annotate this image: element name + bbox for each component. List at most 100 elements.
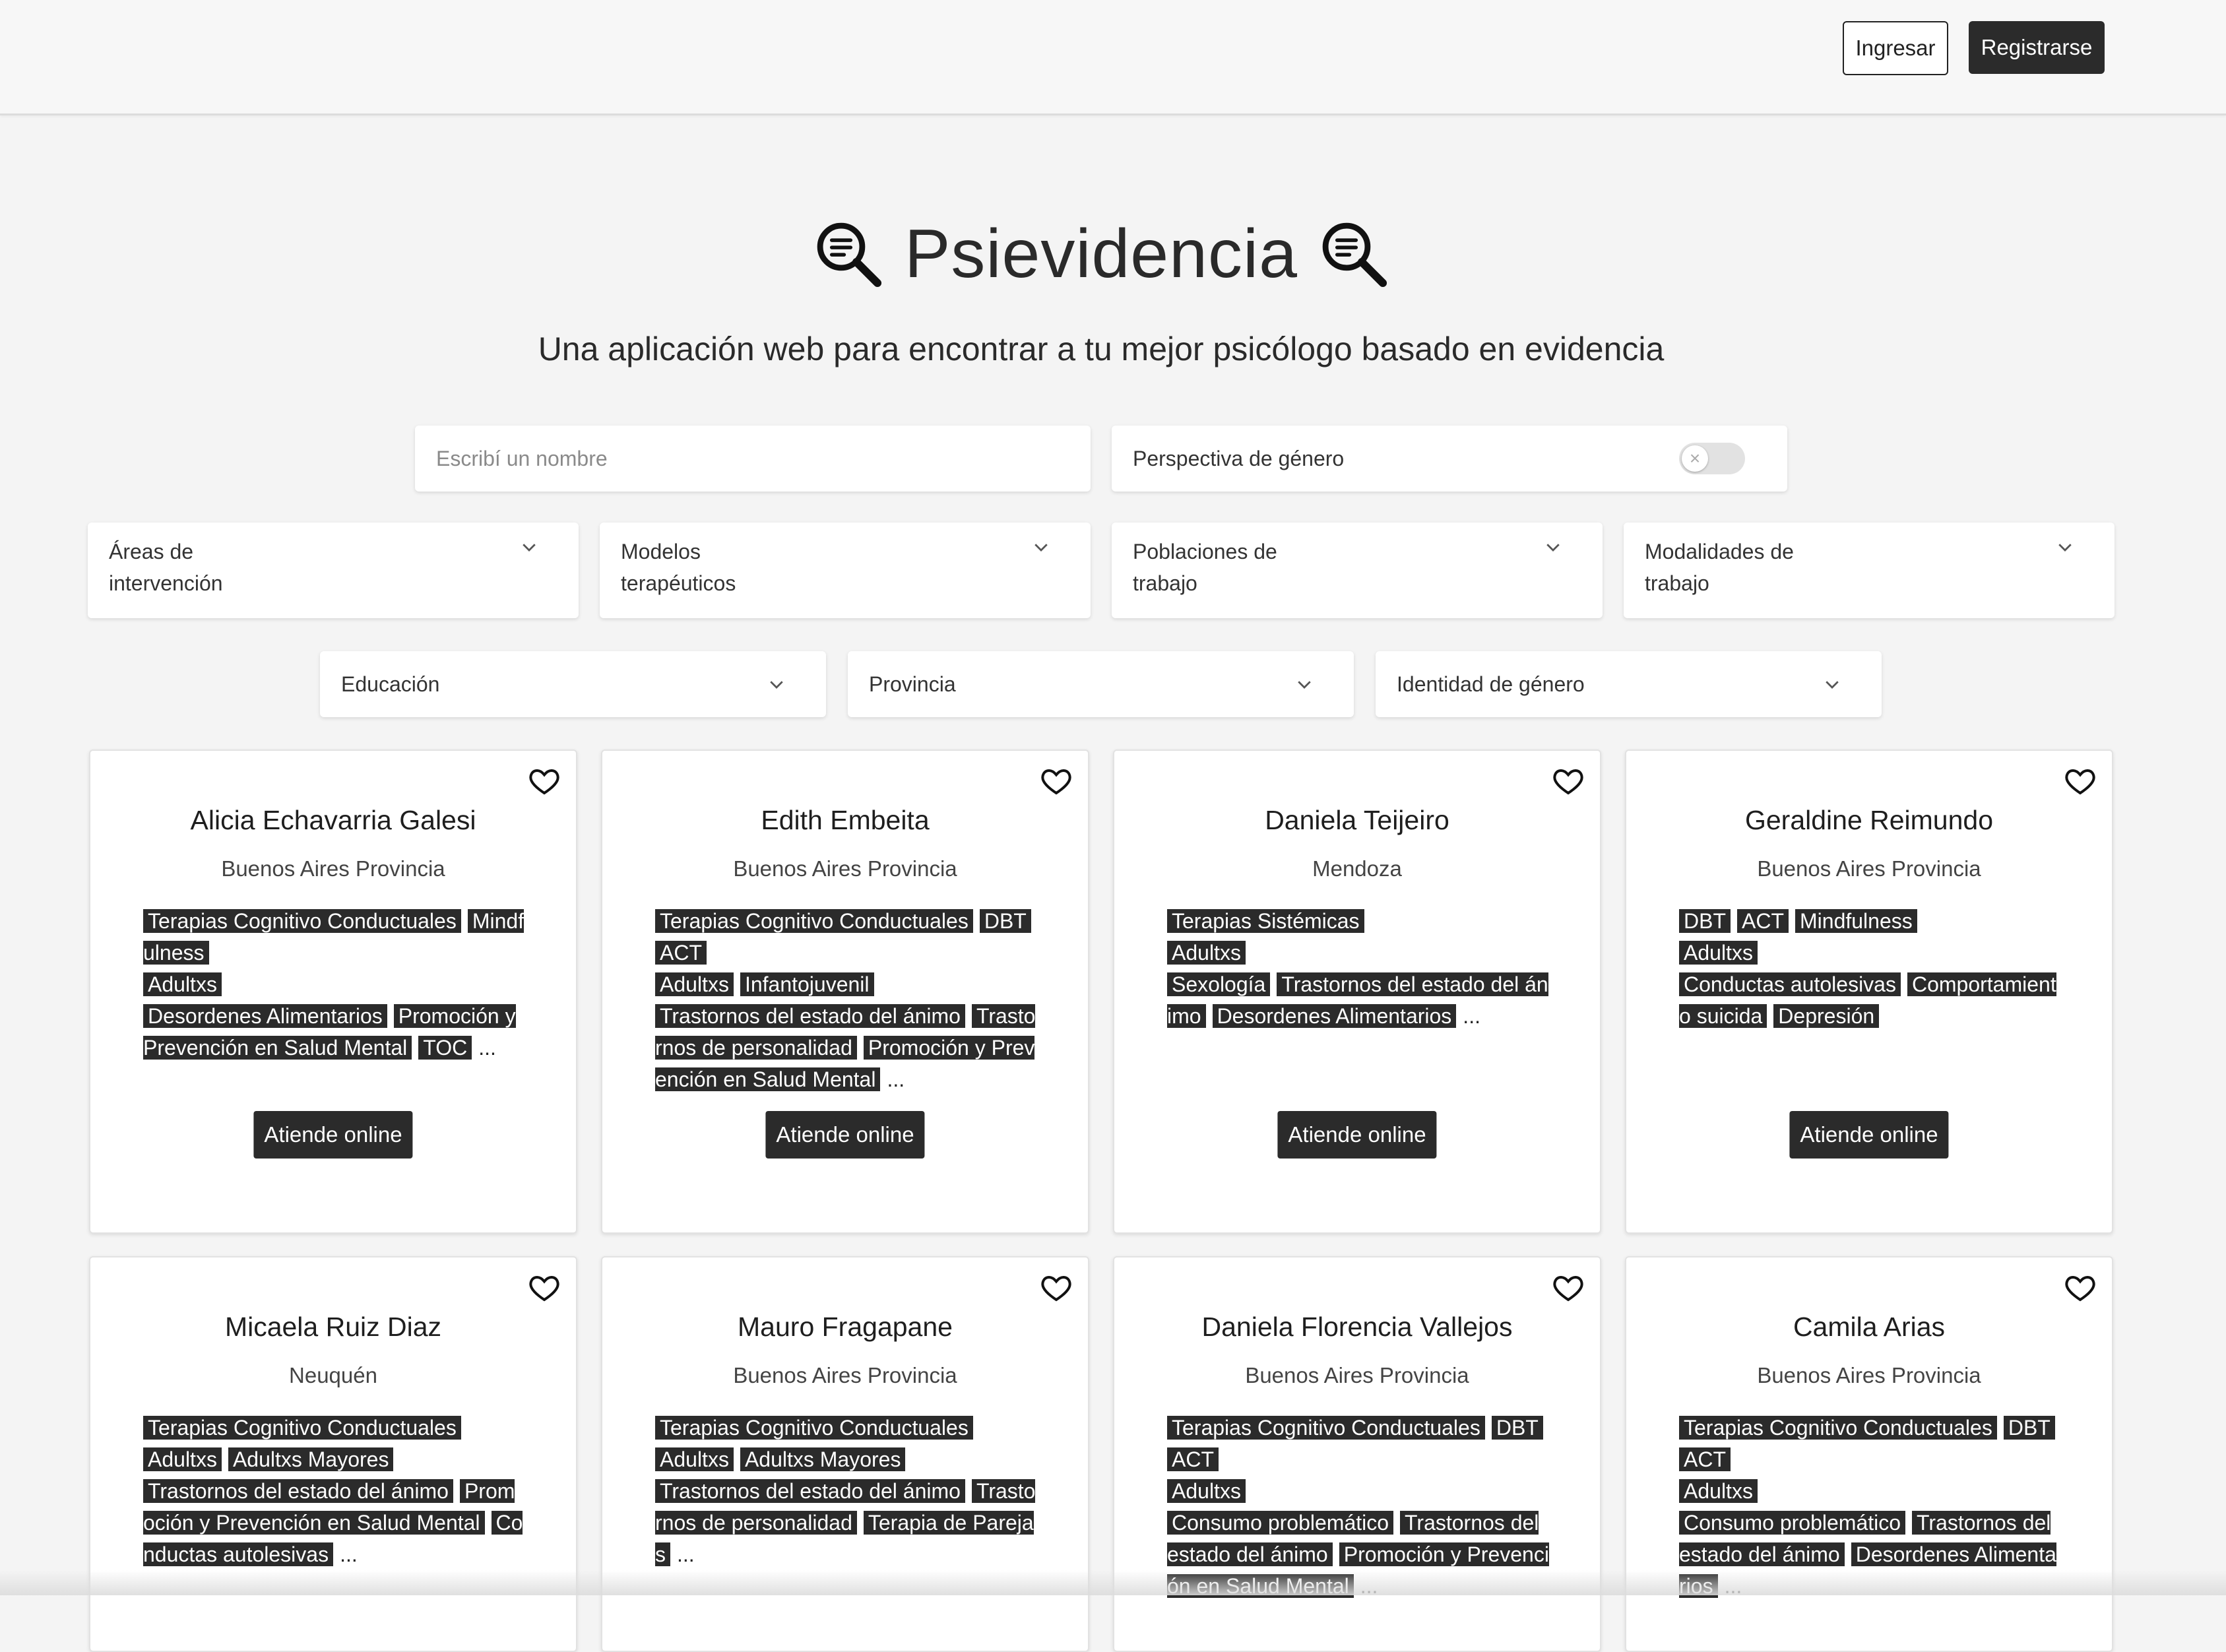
tag-list: DBT ACT Mindfulness Adultxs Conductas autole… xyxy=(1679,905,2062,1032)
specialty-tag: Adultxs xyxy=(655,972,734,996)
tag-group: Terapias Cognitivo Conductuales DBT ACT xyxy=(1167,1412,1550,1475)
hero-title-row: Psievidencia xyxy=(0,205,2202,303)
psychologist-card[interactable]: Edith Embeita Buenos Aires Provincia Terap… xyxy=(601,749,1089,1234)
specialty-tag: Adultxs xyxy=(1167,1479,1246,1503)
specialty-tag: ACT xyxy=(1167,1447,1219,1471)
magnifier-icon xyxy=(817,222,882,288)
specialty-tag: Terapias Cognitivo Conductuales xyxy=(143,1416,461,1440)
favorite-heart-icon[interactable] xyxy=(528,1272,560,1304)
login-button[interactable]: Ingresar xyxy=(1843,21,1948,75)
dropdown-gender-identity[interactable]: Identidad de género xyxy=(1376,651,1882,717)
chevron-down-icon xyxy=(770,681,783,689)
dropdown-education[interactable]: Educación xyxy=(320,651,826,717)
top-navbar: Ingresar Registrarse xyxy=(0,0,2226,115)
more-tags-ellipsis: ... xyxy=(887,1067,905,1091)
specialty-tag: Consumo problemático xyxy=(1679,1511,1906,1535)
psychologist-card[interactable]: Alicia Echavarria Galesi Buenos Aires Pro… xyxy=(89,749,577,1234)
psychologist-province: Buenos Aires Provincia xyxy=(733,1363,957,1387)
psychologist-name: Mauro Fragapane xyxy=(738,1312,953,1342)
psychologist-name: Geraldine Reimundo xyxy=(1744,805,1994,835)
tag-group: Terapias Cognitivo Conductuales xyxy=(655,1412,1038,1444)
attends-online-badge[interactable]: Atiende online xyxy=(765,1111,925,1159)
specialty-tag: Adultxs xyxy=(1679,941,1758,965)
specialty-tag: Adultxs xyxy=(655,1447,734,1471)
tag-group: Trastornos del estado del ánimo Promoción… xyxy=(143,1475,526,1570)
specialty-tag: Adultxs xyxy=(143,972,222,996)
favorite-heart-icon[interactable] xyxy=(1040,765,1072,797)
tag-group: Trastornos del estado del ánimo Trastorno… xyxy=(655,1475,1038,1570)
favorite-heart-icon[interactable] xyxy=(1552,765,1584,797)
psychologist-name: Daniela Teijeiro xyxy=(1265,805,1449,835)
attends-online-badge[interactable]: Atiende online xyxy=(253,1111,413,1159)
psychologist-province: Mendoza xyxy=(1312,856,1402,881)
psychologist-name: Alicia Echavarria Galesi xyxy=(190,805,476,835)
tag-group: Terapias Cognitivo Conductuales DBT ACT xyxy=(1679,1412,2062,1475)
psychologist-province: Buenos Aires Provincia xyxy=(221,856,445,881)
specialty-tag: ACT xyxy=(655,941,707,965)
attends-online-badge[interactable]: Atiende online xyxy=(1789,1111,1949,1159)
dropdown-label: Identidad de género xyxy=(1397,672,1585,696)
tag-group: Adultxs xyxy=(1679,937,2062,969)
tag-list: Terapias Sistémicas Adultxs Sexología Trast… xyxy=(1167,905,1550,1032)
dropdown-label: Áreas de intervención xyxy=(109,540,223,595)
specialty-tag: Terapias Sistémicas xyxy=(1167,909,1364,933)
chevron-down-icon xyxy=(2058,544,2072,552)
psychologist-province: Buenos Aires Provincia xyxy=(733,856,957,881)
specialty-tag: Trastornos del estado del ánimo xyxy=(655,1479,965,1503)
tag-group: Terapias Cognitivo Conductuales xyxy=(143,1412,526,1444)
specialty-tag: DBT xyxy=(2003,1416,2055,1440)
tag-list: Terapias Cognitivo Conductuales Mindfulne… xyxy=(143,905,526,1064)
favorite-heart-icon[interactable] xyxy=(2064,1272,2096,1304)
dropdown-province[interactable]: Provincia xyxy=(848,651,1354,717)
dropdown-therapeutic-models[interactable]: Modelos terapéuticos xyxy=(600,523,1091,618)
register-button[interactable]: Registrarse xyxy=(1969,21,2105,74)
specialty-tag: DBT xyxy=(1491,1416,1543,1440)
psychologist-name: Camila Arias xyxy=(1793,1312,1946,1342)
gender-perspective-toggle[interactable]: × xyxy=(1679,443,1745,474)
more-tags-ellipsis: ... xyxy=(677,1542,695,1566)
specialty-tag: Infantojuvenil xyxy=(740,972,874,996)
more-tags-ellipsis: ... xyxy=(478,1036,496,1060)
page-bottom-edge xyxy=(0,1570,2226,1595)
psychologist-card[interactable]: Geraldine Reimundo Buenos Aires Provincia… xyxy=(1625,749,2113,1234)
specialty-tag: ACT xyxy=(1737,909,1789,933)
specialty-tag: Trastornos del estado del ánimo xyxy=(655,1004,965,1028)
psychologist-province: Buenos Aires Provincia xyxy=(1757,1363,1981,1387)
page-title: Psievidencia xyxy=(905,215,1298,292)
dropdown-work-populations[interactable]: Poblaciones de trabajo xyxy=(1112,523,1603,618)
specialty-tag: Mindfulness xyxy=(1795,909,1917,933)
specialty-tag: Adultxs xyxy=(143,1447,222,1471)
psychologist-card[interactable]: Daniela Teijeiro Mendoza Terapias Sistémic… xyxy=(1113,749,1601,1234)
favorite-heart-icon[interactable] xyxy=(2064,765,2096,797)
favorite-heart-icon[interactable] xyxy=(1552,1272,1584,1304)
specialty-tag: Terapias Cognitivo Conductuales xyxy=(1679,1416,1997,1440)
specialty-tag: TOC xyxy=(418,1036,472,1060)
psychologist-province: Neuquén xyxy=(289,1363,377,1387)
dropdown-intervention-areas[interactable]: Áreas de intervención xyxy=(88,523,579,618)
name-search-input[interactable] xyxy=(415,426,1091,492)
dropdown-work-modalities[interactable]: Modalidades de trabajo xyxy=(1624,523,2115,618)
specialty-tag: Desordenes Alimentarios xyxy=(1212,1004,1457,1028)
specialty-tag: DBT xyxy=(979,909,1031,933)
chevron-down-icon xyxy=(1034,544,1048,552)
favorite-heart-icon[interactable] xyxy=(1040,1272,1072,1304)
favorite-heart-icon[interactable] xyxy=(528,765,560,797)
tag-group: Trastornos del estado del ánimo Trastorno… xyxy=(655,1000,1038,1095)
gender-perspective-filter: Perspectiva de género × xyxy=(1112,426,1787,492)
specialty-tag: Terapias Cognitivo Conductuales xyxy=(655,1416,973,1440)
dropdown-label: Poblaciones de trabajo xyxy=(1133,540,1277,595)
psychologist-name: Edith Embeita xyxy=(761,805,930,835)
specialty-tag: Adultxs xyxy=(1679,1479,1758,1503)
more-tags-ellipsis: ... xyxy=(340,1542,358,1566)
attends-online-badge[interactable]: Atiende online xyxy=(1277,1111,1437,1159)
tag-list: Terapias Cognitivo Conductuales DBT ACT Adu… xyxy=(655,905,1038,1095)
psychologist-name: Daniela Florencia Vallejos xyxy=(1201,1312,1513,1342)
specialty-tag: Adultxs Mayores xyxy=(740,1447,906,1471)
specialty-tag: Adultxs xyxy=(1167,941,1246,965)
specialty-tag: DBT xyxy=(1679,909,1731,933)
specialty-tag: ACT xyxy=(1679,1447,1731,1471)
dropdown-label: Modalidades de trabajo xyxy=(1645,540,1794,595)
tag-group: Terapias Cognitivo Conductuales DBT ACT xyxy=(655,905,1038,969)
tag-group: DBT ACT Mindfulness xyxy=(1679,905,2062,937)
specialty-tag: Sexología xyxy=(1167,972,1271,996)
